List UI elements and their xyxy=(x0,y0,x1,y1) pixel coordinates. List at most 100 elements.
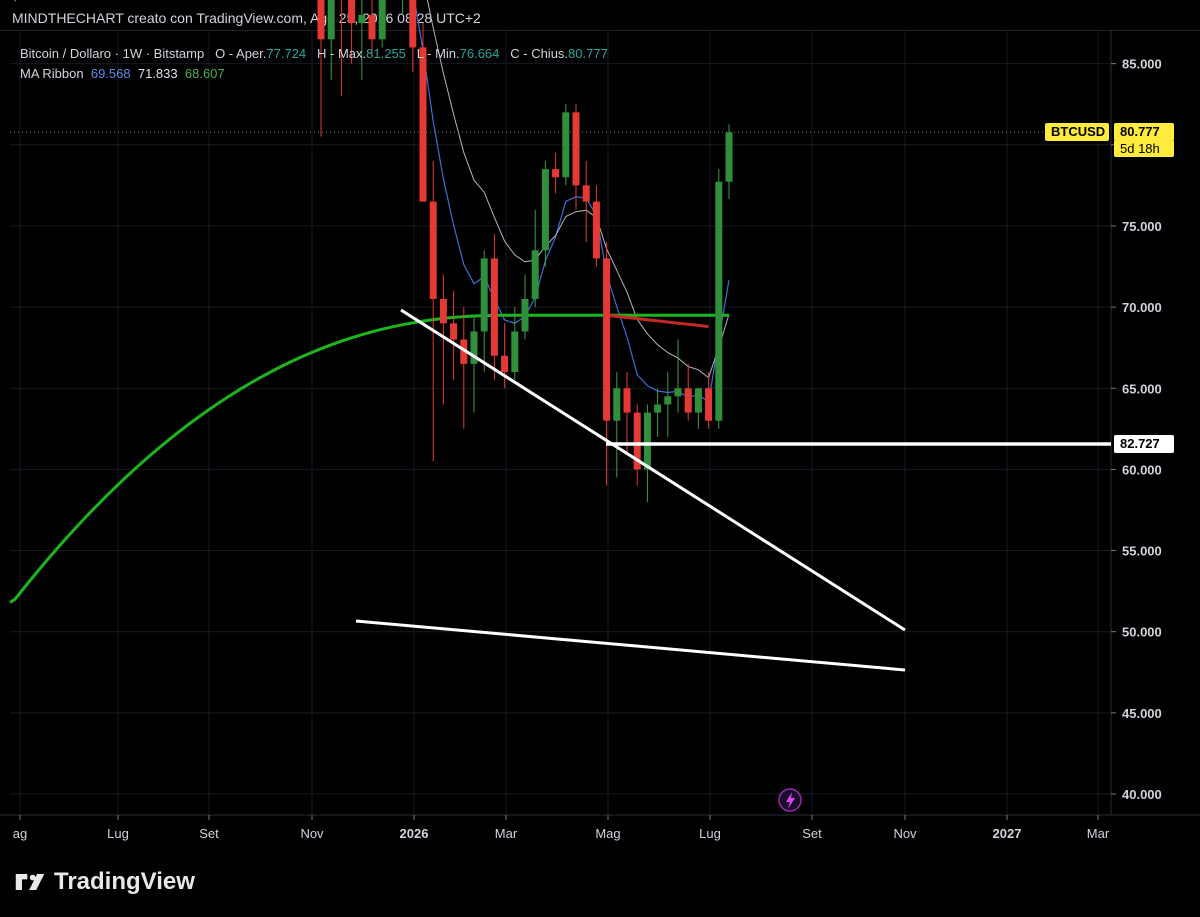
candle-body xyxy=(348,0,356,24)
lightning-event-icon xyxy=(778,788,802,812)
candle-up xyxy=(378,0,386,48)
candle-up xyxy=(694,388,702,429)
legend-indicator-row: MA Ribbon 69.568 71.833 68.607 xyxy=(20,64,608,84)
legend-high-value: 81.255 xyxy=(366,46,406,61)
candle-up xyxy=(725,124,733,199)
candle-body xyxy=(511,331,519,373)
candle-up xyxy=(521,274,529,340)
candle-body xyxy=(684,388,692,413)
y-tick-label: 40.000 xyxy=(1122,787,1162,802)
candle-body xyxy=(480,258,488,332)
legend-close-value: 80.777 xyxy=(568,46,608,61)
y-tick-label: 70.000 xyxy=(1122,300,1162,315)
legend-ma2-value: 71.833 xyxy=(137,66,178,81)
candle-body xyxy=(501,355,509,373)
candle-up xyxy=(715,169,723,429)
candle-body xyxy=(358,14,366,24)
candle-body xyxy=(674,388,682,397)
x-tick-label: 2027 xyxy=(993,826,1022,841)
candle-body xyxy=(705,388,713,421)
legend-high-label: H - Max. xyxy=(317,46,367,61)
candle-body xyxy=(715,181,723,421)
candle-body xyxy=(327,0,335,40)
candle-body xyxy=(623,388,631,413)
candle-body xyxy=(572,112,580,186)
candle-body xyxy=(603,258,611,421)
candle-body xyxy=(409,0,417,48)
x-tick-label: Mag xyxy=(595,826,620,841)
price-chart[interactable]: 40.000 45.000 50.000 55.000 60.000 65.000 70.0… xyxy=(0,0,1200,917)
candle-body xyxy=(592,201,600,259)
y-tick-label: 55.000 xyxy=(1122,544,1162,559)
x-tick-label: Lug xyxy=(699,826,721,841)
candle-body xyxy=(317,0,325,40)
candle-up xyxy=(674,339,682,413)
candle-up xyxy=(562,104,570,186)
y-tick-label: 50.000 xyxy=(1122,625,1162,640)
candle-down xyxy=(684,363,692,421)
x-tick-label: Lug xyxy=(107,826,129,841)
candle-down xyxy=(490,234,498,381)
tradingview-brand: TradingView xyxy=(54,868,195,895)
lower-trendline xyxy=(355,619,906,672)
trendline-drawings xyxy=(10,131,1111,812)
legend-low-label: L - Min. xyxy=(416,46,460,61)
legend-indicator-name[interactable]: MA Ribbon xyxy=(20,66,84,81)
x-tick-label: Mar xyxy=(1087,826,1110,841)
candle-up xyxy=(643,404,651,502)
chart-legend: Bitcoin / Dollaro · 1W · Bitstamp O - Ap… xyxy=(20,44,608,84)
candle-body xyxy=(439,298,447,324)
y-tick-label: 80.000 xyxy=(1122,138,1162,153)
candle-down xyxy=(603,242,611,486)
candle-down xyxy=(623,372,631,454)
y-tick-label: 45.000 xyxy=(1122,706,1162,721)
candle-body xyxy=(643,412,651,470)
candle-body xyxy=(450,323,458,340)
candle-down xyxy=(429,161,437,462)
legend-ma3-value: 68.607 xyxy=(184,66,225,81)
candle-down xyxy=(705,372,713,429)
candle-body xyxy=(562,112,570,178)
legend-open-value: 77.724 xyxy=(266,46,307,61)
legend-open-label: O - Aper. xyxy=(215,46,267,61)
candle-up xyxy=(541,161,549,267)
candle-down xyxy=(582,161,590,243)
time-axis: ag Lug Set Nov 2026 Mar Mag Lug Set Nov 2027 Mar xyxy=(13,815,1110,841)
candle-up xyxy=(470,315,478,413)
tradingview-logo-icon xyxy=(15,874,45,890)
legend-close-label: C - Chius. xyxy=(510,46,569,61)
candle-body xyxy=(582,185,590,202)
candle-up xyxy=(654,388,662,437)
candle-body xyxy=(664,396,672,405)
chart-grid xyxy=(0,30,1200,816)
candle-up xyxy=(531,209,539,308)
price-axis: 40.000 45.000 50.000 55.000 60.000 65.000 70.0… xyxy=(1111,57,1162,802)
y-tick-label: 85.000 xyxy=(1122,57,1162,72)
candle-body xyxy=(490,258,498,356)
upper-trendline xyxy=(400,308,906,632)
candle-body xyxy=(368,14,376,40)
y-tick-label: 60.000 xyxy=(1122,462,1162,477)
x-tick-label: Mar xyxy=(495,826,518,841)
candle-body xyxy=(378,0,386,40)
tradingview-footer: TradingView xyxy=(14,868,195,896)
candle-body xyxy=(613,388,621,421)
candle-body xyxy=(725,132,733,182)
candle-down xyxy=(552,152,560,194)
x-tick-label: Nov xyxy=(893,826,917,841)
x-tick-label: 2026 xyxy=(400,826,429,841)
candle-down xyxy=(460,307,468,429)
candle-up xyxy=(480,250,488,373)
candle-body xyxy=(531,250,539,299)
legend-low-value: 76.664 xyxy=(459,46,500,61)
candle-up xyxy=(402,0,404,15)
legend-symbol[interactable]: Bitcoin / Dollaro · 1W · Bitstamp xyxy=(20,46,204,61)
x-tick-label: Set xyxy=(199,826,219,841)
candle-up xyxy=(664,372,672,437)
candle-down xyxy=(592,185,600,267)
candle-down xyxy=(450,290,458,381)
candle-up xyxy=(511,307,519,381)
legend-ma1-value: 69.568 xyxy=(90,66,131,81)
candle-body xyxy=(552,169,560,178)
legend-ohlc-row: Bitcoin / Dollaro · 1W · Bitstamp O - Ap… xyxy=(20,44,608,64)
